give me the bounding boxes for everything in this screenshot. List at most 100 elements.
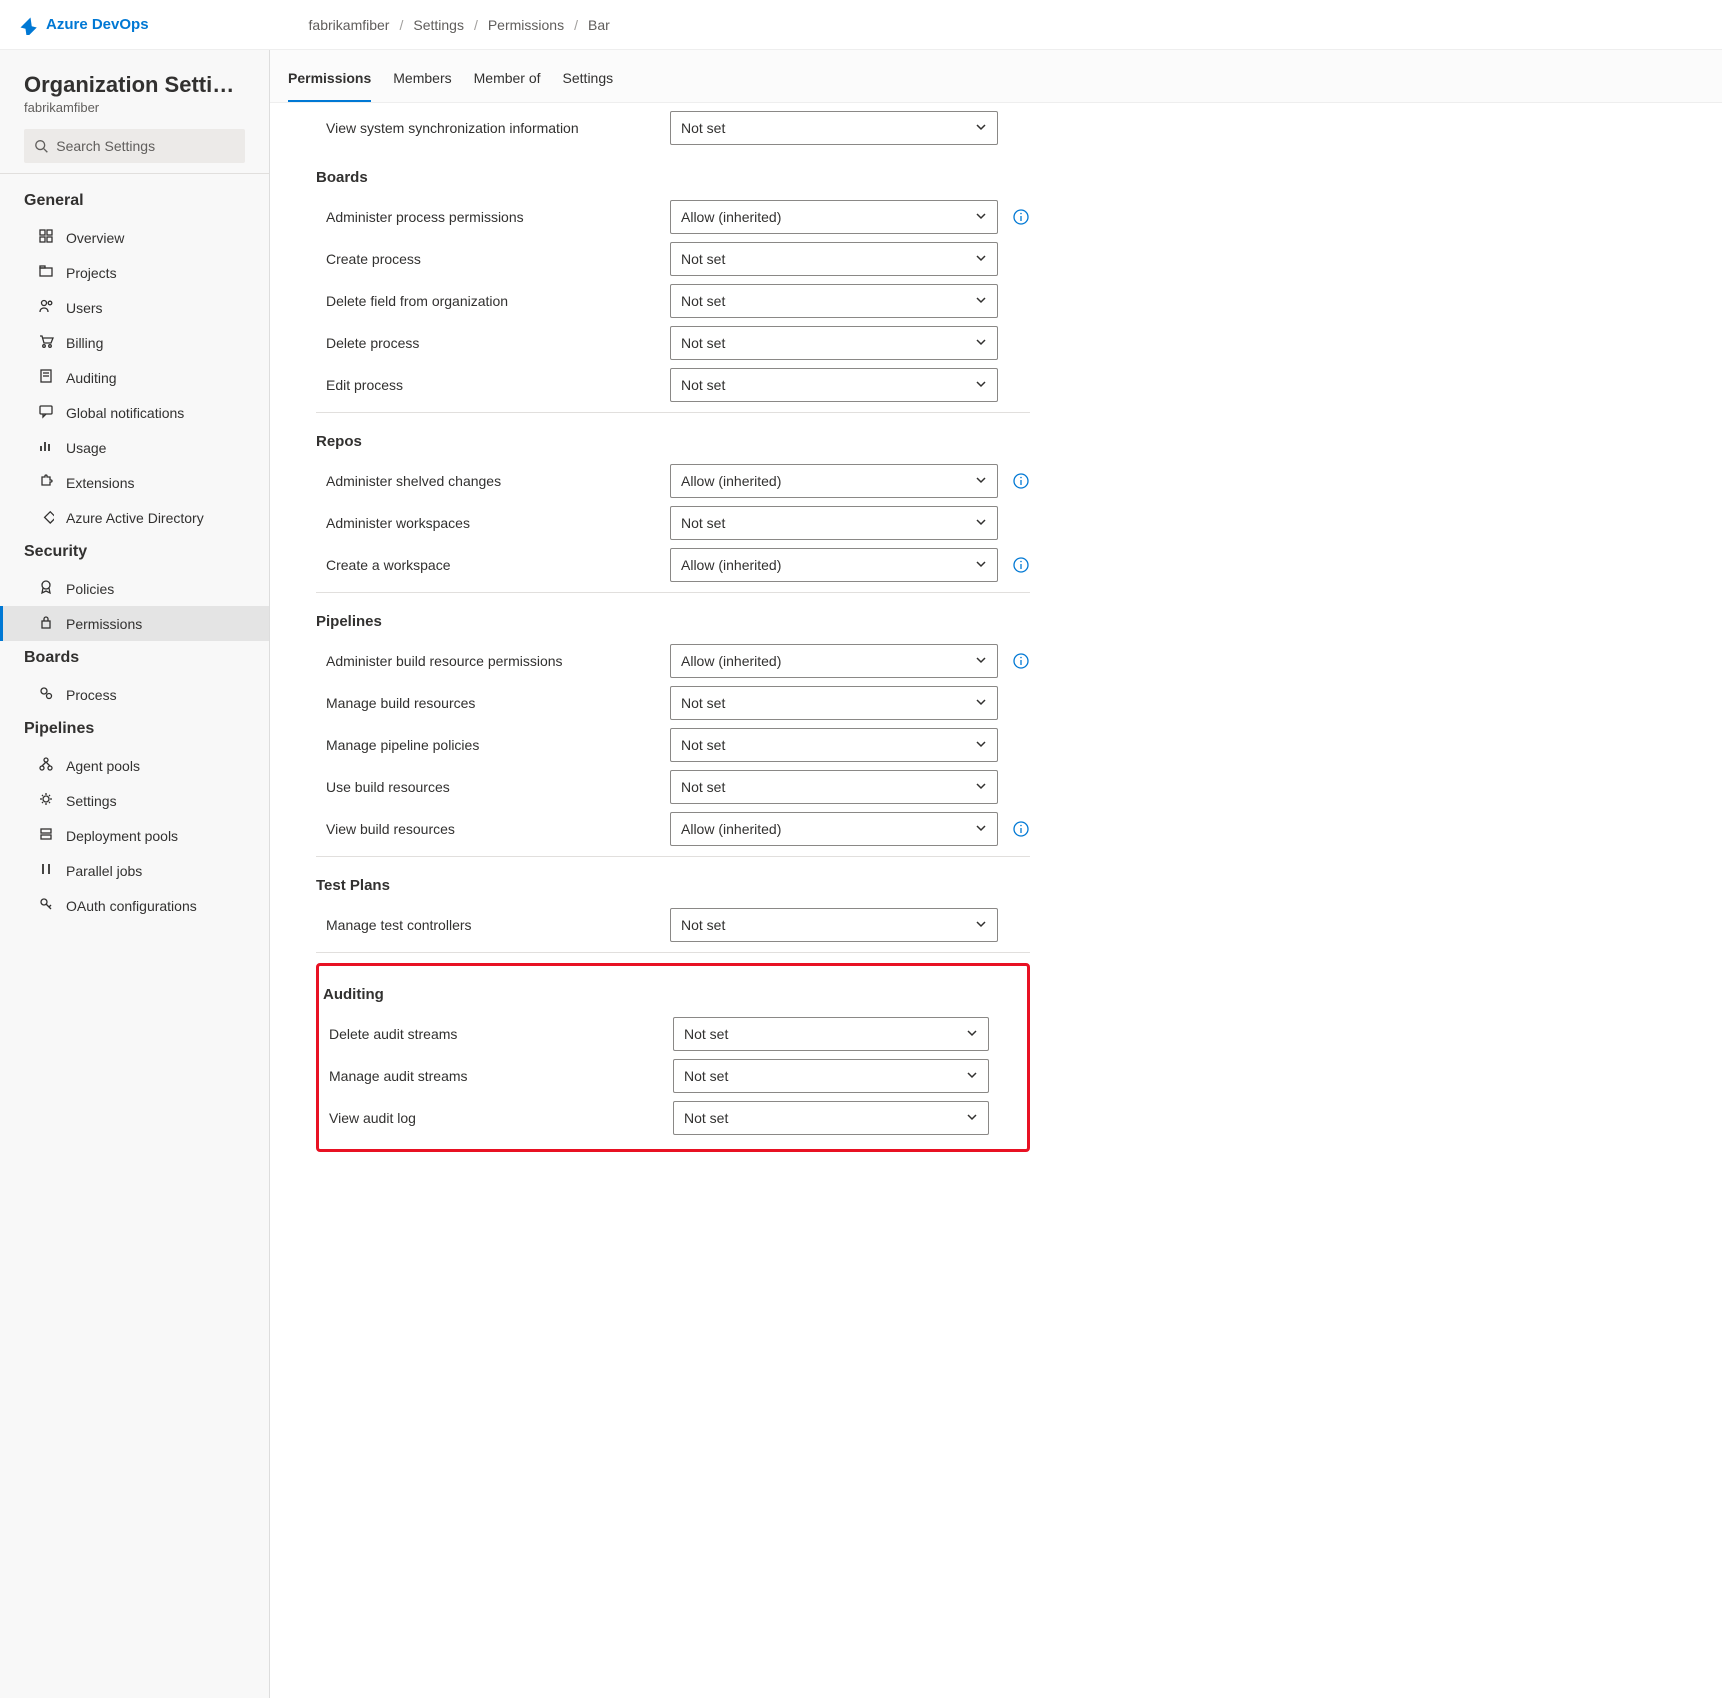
permission-select[interactable]: Allow (inherited) (670, 548, 998, 582)
sidebar-item-aad[interactable]: Azure Active Directory (0, 500, 269, 535)
info-icon[interactable] (1012, 209, 1030, 225)
sidebar-item-agent-pools[interactable]: Agent pools (0, 748, 269, 783)
chevron-down-icon (975, 557, 987, 573)
permission-select[interactable]: Not set (670, 326, 998, 360)
permission-row: Administer shelved changesAllow (inherit… (316, 460, 1030, 502)
permission-label: View system synchronization information (316, 120, 656, 136)
breadcrumb-item[interactable]: Settings (413, 17, 464, 33)
tab-member-of[interactable]: Member of (474, 70, 541, 102)
info-icon[interactable] (1012, 653, 1030, 669)
sidebar-item-policies[interactable]: Policies (0, 571, 269, 606)
permission-select[interactable]: Not set (670, 242, 998, 276)
info-icon[interactable] (1012, 557, 1030, 573)
permission-label: Administer workspaces (316, 515, 656, 531)
chevron-down-icon (975, 293, 987, 309)
permission-label: Create a workspace (316, 557, 656, 573)
permission-select[interactable]: Not set (673, 1017, 989, 1051)
search-icon (34, 138, 48, 154)
highlighted-section: AuditingDelete audit streamsNot setManag… (316, 963, 1030, 1152)
tab-members[interactable]: Members (393, 70, 451, 102)
sidebar-item-process[interactable]: Process (0, 677, 269, 712)
section-heading: Pipelines (316, 593, 1030, 640)
sidebar-item-billing[interactable]: Billing (0, 325, 269, 360)
permission-row: View audit logNot set (319, 1097, 1021, 1139)
chevron-down-icon (966, 1026, 978, 1042)
page-title: Organization Setti… (0, 72, 269, 98)
breadcrumb-sep: / (474, 17, 478, 33)
org-name: fabrikamfiber (0, 98, 269, 129)
people-icon (38, 298, 54, 317)
section-heading: Test Plans (316, 857, 1030, 904)
sidebar-item-oauth[interactable]: OAuth configurations (0, 888, 269, 923)
sidebar-item-label: Billing (66, 335, 103, 351)
permission-select[interactable]: Not set (670, 284, 998, 318)
permission-label: Use build resources (316, 779, 656, 795)
info-icon[interactable] (1012, 821, 1030, 837)
permission-value: Not set (684, 1068, 728, 1084)
chevron-down-icon (975, 209, 987, 225)
chevron-down-icon (975, 737, 987, 753)
sidebar-item-parallel-jobs[interactable]: Parallel jobs (0, 853, 269, 888)
permission-select[interactable]: Not set (670, 908, 998, 942)
permission-value: Allow (inherited) (681, 473, 781, 489)
permission-select[interactable]: Allow (inherited) (670, 464, 998, 498)
permission-select[interactable]: Allow (inherited) (670, 812, 998, 846)
diamond-icon (38, 508, 54, 527)
bars-icon (38, 438, 54, 457)
sidebar-item-global-notifications[interactable]: Global notifications (0, 395, 269, 430)
sidebar-item-label: Projects (66, 265, 117, 281)
permission-select[interactable]: Not set (670, 368, 998, 402)
sidebar-item-settings[interactable]: Settings (0, 783, 269, 818)
chevron-down-icon (975, 821, 987, 837)
permission-value: Allow (inherited) (681, 557, 781, 573)
sidebar-item-auditing[interactable]: Auditing (0, 360, 269, 395)
sidebar-item-permissions[interactable]: Permissions (0, 606, 269, 641)
permission-value: Not set (684, 1110, 728, 1126)
chevron-down-icon (975, 653, 987, 669)
brand-logo[interactable]: Azure DevOps (18, 15, 149, 35)
permission-label: Manage build resources (316, 695, 656, 711)
chevron-down-icon (975, 251, 987, 267)
breadcrumb-item[interactable]: Permissions (488, 17, 564, 33)
chevron-down-icon (975, 917, 987, 933)
sidebar-item-deployment-pools[interactable]: Deployment pools (0, 818, 269, 853)
permission-label: Delete audit streams (319, 1026, 659, 1042)
sidebar-item-label: Azure Active Directory (66, 510, 204, 526)
info-icon[interactable] (1012, 473, 1030, 489)
breadcrumb-item[interactable]: Bar (588, 17, 610, 33)
permission-row: Create processNot set (316, 238, 1030, 280)
chevron-down-icon (975, 779, 987, 795)
sidebar: Organization Setti… fabrikamfiber Genera… (0, 50, 270, 1698)
permission-value: Not set (681, 335, 725, 351)
sidebar-item-projects[interactable]: Projects (0, 255, 269, 290)
breadcrumb-sep: / (399, 17, 403, 33)
permission-value: Not set (681, 515, 725, 531)
permission-select[interactable]: Allow (inherited) (670, 200, 998, 234)
permission-select[interactable]: Not set (670, 728, 998, 762)
sidebar-item-usage[interactable]: Usage (0, 430, 269, 465)
sidebar-item-label: Parallel jobs (66, 863, 142, 879)
permission-select[interactable]: Allow (inherited) (670, 644, 998, 678)
section-heading: Repos (316, 413, 1030, 460)
permission-value: Not set (681, 251, 725, 267)
section-heading: Auditing (319, 966, 1021, 1013)
permission-select[interactable]: Not set (670, 506, 998, 540)
brand-text: Azure DevOps (46, 16, 149, 33)
nav-heading: Boards (0, 641, 269, 677)
permission-select[interactable]: Not set (670, 111, 998, 145)
sidebar-item-overview[interactable]: Overview (0, 220, 269, 255)
breadcrumb-item[interactable]: fabrikamfiber (309, 17, 390, 33)
sidebar-item-label: Policies (66, 581, 114, 597)
search-settings[interactable] (24, 129, 245, 163)
permission-select[interactable]: Not set (670, 770, 998, 804)
sidebar-item-extensions[interactable]: Extensions (0, 465, 269, 500)
permission-select[interactable]: Not set (670, 686, 998, 720)
tab-permissions[interactable]: Permissions (288, 70, 371, 102)
sidebar-item-label: Process (66, 687, 117, 703)
permission-select[interactable]: Not set (673, 1059, 989, 1093)
sidebar-item-users[interactable]: Users (0, 290, 269, 325)
permission-select[interactable]: Not set (673, 1101, 989, 1135)
search-input[interactable] (56, 138, 235, 154)
permission-value: Not set (681, 917, 725, 933)
tab-settings[interactable]: Settings (563, 70, 614, 102)
